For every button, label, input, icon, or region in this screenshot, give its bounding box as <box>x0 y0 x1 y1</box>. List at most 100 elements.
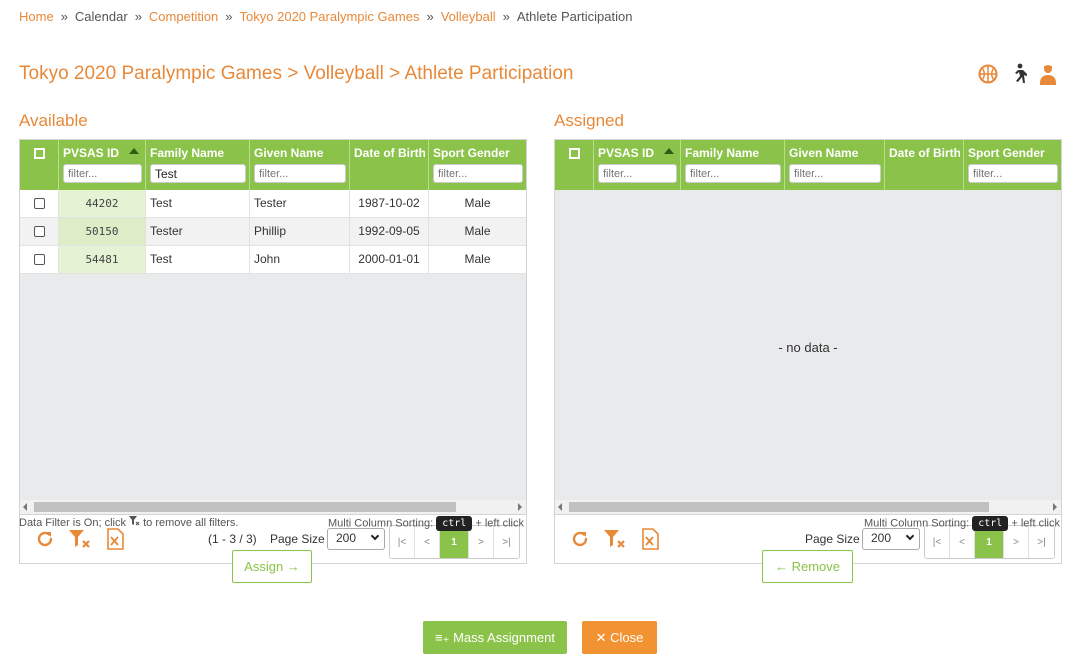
sort-note-click: + left click <box>1011 517 1060 530</box>
breadcrumb-competition[interactable]: Competition <box>149 9 218 24</box>
column-label: Sport Gender <box>968 146 1045 160</box>
runner-icon[interactable] <box>1007 63 1029 85</box>
column-pvsas-id[interactable]: PVSAS ID <box>594 140 681 190</box>
column-family-name[interactable]: Family Name <box>681 140 785 190</box>
page-size-select[interactable]: 200 <box>862 528 920 550</box>
column-date-of-birth[interactable]: Date of Birth <box>885 140 964 190</box>
column-given-name[interactable]: Given Name <box>250 140 350 190</box>
grid-header: PVSAS ID Family Name Given Name Date of … <box>555 140 1061 190</box>
breadcrumb-current: Athlete Participation <box>516 9 633 24</box>
close-button[interactable]: ✕ Close <box>582 621 657 654</box>
breadcrumb-calendar: Calendar <box>74 9 128 24</box>
title-icons <box>977 63 1059 85</box>
chevron-down-icon <box>905 531 915 541</box>
ctrl-key: ctrl <box>972 516 1009 531</box>
filter-given-name[interactable] <box>789 164 881 183</box>
person-icon[interactable] <box>1037 63 1059 85</box>
sort-note: Multi Column Sorting: ctrl + left click <box>328 516 524 531</box>
grid-header: PVSAS ID Family Name Given Name Date of … <box>20 140 526 190</box>
column-date-of-birth[interactable]: Date of Birth <box>350 140 429 190</box>
excel-export-icon[interactable] <box>106 528 128 550</box>
row-select[interactable] <box>20 190 59 217</box>
column-label: Given Name <box>254 146 324 160</box>
row-checkbox[interactable] <box>34 226 45 237</box>
chevron-down-icon <box>370 531 380 541</box>
assign-button[interactable]: Assign → <box>232 550 312 583</box>
filter-icon[interactable] <box>129 516 140 526</box>
clear-filter-icon[interactable] <box>603 528 625 550</box>
assigned-panel: Assigned PVSAS ID Family Name Given Name… <box>554 110 1062 564</box>
breadcrumb: Home » Calendar » Competition » Tokyo 2020 Par… <box>19 9 632 24</box>
cell-sport-gender: Male <box>429 218 526 245</box>
scroll-right-icon[interactable] <box>518 503 522 511</box>
cell-given-name: Tester <box>250 190 350 217</box>
sort-asc-icon <box>664 148 674 154</box>
cell-pvsas-id: 54481 <box>59 246 146 273</box>
excel-export-icon[interactable] <box>641 528 663 550</box>
assigned-title: Assigned <box>554 111 624 130</box>
cell-pvsas-id: 50150 <box>59 218 146 245</box>
row-checkbox[interactable] <box>34 254 45 265</box>
filter-pvsas-id[interactable] <box>598 164 677 183</box>
filter-pvsas-id[interactable] <box>63 164 142 183</box>
sort-note-label: Multi Column Sorting: <box>328 517 434 530</box>
column-label: Sport Gender <box>433 146 510 160</box>
horizontal-scrollbar[interactable] <box>20 500 526 514</box>
row-select[interactable] <box>20 246 59 273</box>
table-row[interactable]: 50150 Tester Phillip 1992-09-05 Male <box>20 218 526 246</box>
refresh-icon[interactable] <box>34 528 56 550</box>
scrollbar-thumb[interactable] <box>34 502 456 512</box>
breadcrumb-separator: » <box>225 9 233 24</box>
column-sport-gender[interactable]: Sport Gender <box>429 140 526 190</box>
scroll-left-icon[interactable] <box>23 503 27 511</box>
table-row[interactable]: 54481 Test John 2000-01-01 Male <box>20 246 526 274</box>
filter-sport-gender[interactable] <box>968 164 1058 183</box>
column-given-name[interactable]: Given Name <box>785 140 885 190</box>
scroll-left-icon[interactable] <box>558 503 562 511</box>
scrollbar-thumb[interactable] <box>569 502 989 512</box>
sort-note-click: + left click <box>475 517 524 530</box>
basketball-icon[interactable] <box>977 63 999 85</box>
row-checkbox[interactable] <box>34 198 45 209</box>
cell-date-of-birth: 1987-10-02 <box>350 190 429 217</box>
refresh-icon[interactable] <box>569 528 591 550</box>
clear-filter-icon[interactable] <box>68 528 90 550</box>
table-row[interactable]: 44202 Test Tester 1987-10-02 Male <box>20 190 526 218</box>
filter-given-name[interactable] <box>254 164 346 183</box>
page-size-value: 200 <box>871 531 892 545</box>
filter-note-before: Data Filter is On; click <box>19 517 126 529</box>
breadcrumb-home[interactable]: Home <box>19 9 54 24</box>
select-all-checkbox[interactable] <box>34 148 45 159</box>
page-size-value: 200 <box>336 531 357 545</box>
cell-given-name: John <box>250 246 350 273</box>
page-size-select[interactable]: 200 <box>327 528 385 550</box>
column-sport-gender[interactable]: Sport Gender <box>964 140 1061 190</box>
horizontal-scrollbar[interactable] <box>555 500 1061 514</box>
breadcrumb-games[interactable]: Tokyo 2020 Paralympic Games <box>240 9 420 24</box>
breadcrumb-sport[interactable]: Volleyball <box>441 9 496 24</box>
available-grid: PVSAS ID Family Name Given Name Date of … <box>19 139 527 515</box>
scroll-right-icon[interactable] <box>1053 503 1057 511</box>
available-panel: Available PVSAS ID Family Name Given Nam… <box>19 110 527 564</box>
select-all-checkbox[interactable] <box>569 148 580 159</box>
cell-date-of-birth: 1992-09-05 <box>350 218 429 245</box>
assigned-grid: PVSAS ID Family Name Given Name Date of … <box>554 139 1062 515</box>
filter-family-name[interactable] <box>150 164 246 183</box>
row-select[interactable] <box>20 218 59 245</box>
cell-sport-gender: Male <box>429 190 526 217</box>
breadcrumb-separator: » <box>426 9 434 24</box>
filter-sport-gender[interactable] <box>433 164 523 183</box>
sort-asc-icon <box>129 148 139 154</box>
ctrl-key: ctrl <box>436 516 473 531</box>
filter-family-name[interactable] <box>685 164 781 183</box>
sort-note-label: Multi Column Sorting: <box>864 517 970 530</box>
filter-note: Data Filter is On; click to remove all f… <box>19 516 238 529</box>
cell-date-of-birth: 2000-01-01 <box>350 246 429 273</box>
column-family-name[interactable]: Family Name <box>146 140 250 190</box>
remove-button[interactable]: ← Remove <box>762 550 853 583</box>
breadcrumb-separator: » <box>134 9 142 24</box>
mass-assignment-button[interactable]: ≡₊ Mass Assignment <box>423 621 567 654</box>
column-pvsas-id[interactable]: PVSAS ID <box>59 140 146 190</box>
cell-pvsas-id: 44202 <box>59 190 146 217</box>
page-size-label: Page Size <box>270 532 325 546</box>
